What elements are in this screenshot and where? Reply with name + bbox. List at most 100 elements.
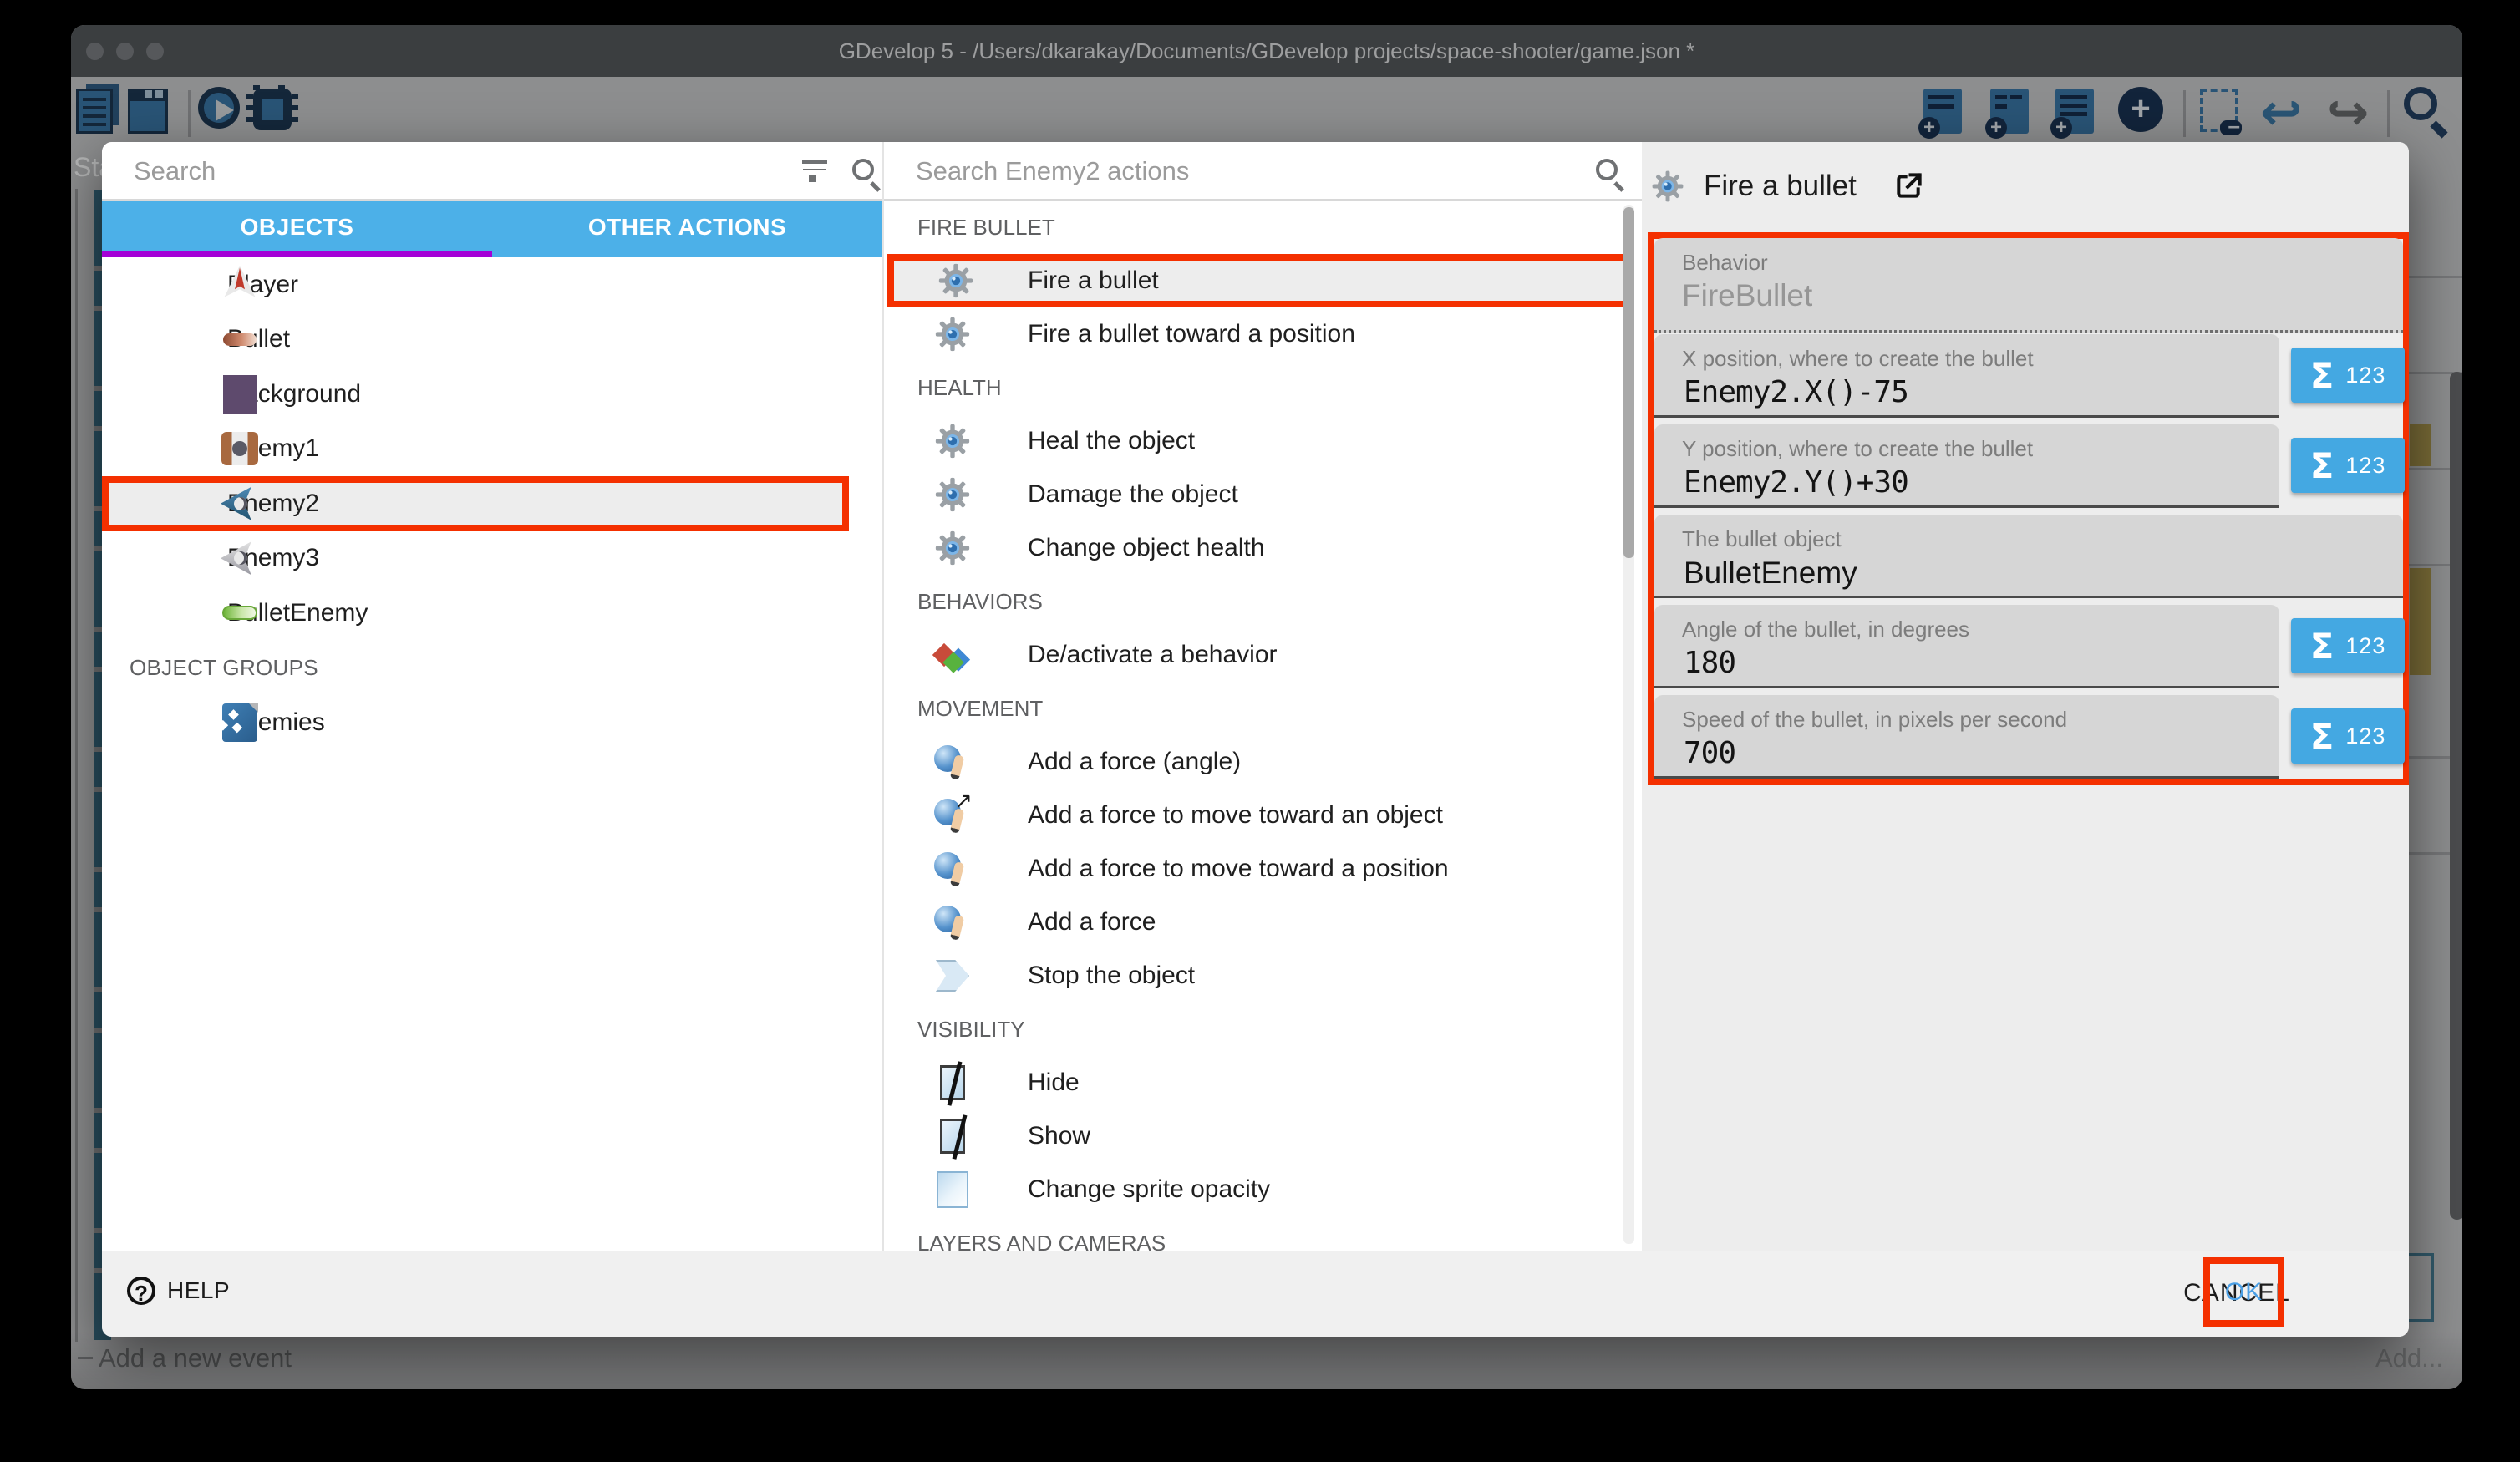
action-change-sprite-opacity[interactable]: Change sprite opacity [884, 1163, 1642, 1216]
force-toward-object-icon: ↗ [934, 797, 971, 834]
section-health: HEALTH [884, 361, 1642, 414]
objects-panel: OBJECTS OTHER ACTIONS Player Bullet Back… [102, 142, 882, 1251]
param-angle-label: Angle of the bullet, in degrees [1682, 617, 1969, 642]
section-fire-bullet: FIRE BULLET [884, 201, 1642, 254]
param-bullet-object-field[interactable]: The bullet object [1654, 515, 2403, 598]
action-fire-a-bullet-selected[interactable]: Fire a bullet [887, 254, 1630, 307]
delete-selection-icon [2200, 89, 2238, 132]
objects-list: Player Bullet Background Enemy1 Enemy2 [102, 257, 882, 750]
object-row-enemy2-selected[interactable]: Enemy2 [102, 476, 849, 531]
search-icon [1596, 159, 1618, 180]
section-visibility: VISIBILITY [884, 1003, 1642, 1056]
enemy2-ship-icon [221, 487, 259, 520]
filter-icon[interactable] [802, 160, 827, 182]
dialog-footer: ? HELP CANCEL OK [102, 1251, 2409, 1337]
param-y-input[interactable] [1682, 464, 2213, 500]
object-row-player[interactable]: Player [102, 257, 882, 312]
expression-editor-button[interactable]: Σ 123 [2291, 708, 2405, 764]
action-title-row: Fire a bullet [1650, 165, 1925, 207]
expression-editor-button[interactable]: Σ 123 [2291, 438, 2405, 493]
section-movement: MOVEMENT [884, 682, 1642, 735]
behavior-label: Behavior [1682, 250, 1768, 276]
object-groups-header: OBJECT GROUPS [102, 641, 882, 696]
force-icon [934, 744, 971, 780]
object-row-enemy1[interactable]: Enemy1 [102, 422, 882, 477]
show-icon [940, 1119, 965, 1154]
param-speed-label: Speed of the bullet, in pixels per secon… [1682, 707, 2067, 733]
param-y-label: Y position, where to create the bullet [1682, 436, 2033, 462]
objects-search-input[interactable] [132, 150, 678, 192]
action-change-object-health[interactable]: Change object health [884, 521, 1642, 575]
add-event-icon [1923, 89, 1962, 134]
param-bullet-input[interactable] [1682, 555, 2319, 591]
sigma-icon: Σ [2310, 445, 2335, 486]
behavior-value: FireBullet [1682, 278, 2319, 313]
behavior-icon [934, 637, 971, 673]
sigma-icon: Σ [2310, 626, 2335, 667]
expression-editor-button[interactable]: Σ 123 [2291, 348, 2405, 403]
stop-icon [936, 960, 969, 992]
param-angle-field[interactable]: Angle of the bullet, in degrees [1654, 605, 2279, 688]
toolbar-separator [2387, 90, 2390, 137]
param-y-field[interactable]: Y position, where to create the bullet [1654, 424, 2279, 508]
object-row-background[interactable]: Background [102, 367, 882, 422]
actions-scrollbar[interactable] [1623, 205, 1634, 1244]
action-title: Fire a bullet [1704, 170, 1857, 203]
actions-list: FIRE BULLET Fire a bullet Fire a bullet … [884, 201, 1642, 1270]
param-angle-input[interactable] [1682, 645, 2213, 681]
force-icon [934, 850, 971, 887]
scrollbar-thumb[interactable] [1623, 207, 1634, 558]
object-row-bullet[interactable]: Bullet [102, 312, 882, 368]
tab-other-actions[interactable]: OTHER ACTIONS [492, 201, 882, 257]
help-button[interactable]: ? HELP [122, 1276, 235, 1306]
action-add-force-toward-position[interactable]: Add a force to move toward a position [884, 842, 1642, 896]
sigma-icon: Σ [2310, 355, 2335, 396]
param-speed-field[interactable]: Speed of the bullet, in pixels per secon… [1654, 695, 2279, 779]
group-row-enemies[interactable]: Enemies [102, 695, 882, 750]
bullet-icon [223, 333, 257, 346]
events-tree-line [75, 189, 78, 1342]
action-add-force-toward-object[interactable]: ↗ Add a force to move toward an object [884, 789, 1642, 842]
param-speed-input[interactable] [1682, 735, 2213, 771]
enemy3-ship-icon [221, 541, 259, 575]
action-stop-object[interactable]: Stop the object [884, 949, 1642, 1003]
sigma-icon: Σ [2310, 716, 2335, 757]
window-title: GDevelop 5 - /Users/dkarakay/Documents/G… [71, 25, 2462, 77]
add-circle-icon: + [2118, 87, 2163, 132]
object-row-bulletenemy[interactable]: BulletEnemy [102, 586, 882, 641]
param-x-input[interactable] [1682, 374, 2213, 410]
action-deactivate-behavior[interactable]: De/activate a behavior [884, 628, 1642, 682]
events-row-divider [2409, 276, 2462, 278]
force-icon [934, 904, 971, 941]
add-comment-icon [2055, 89, 2094, 134]
window-bottom-shade [71, 1331, 2462, 1389]
action-heal-object[interactable]: Heal the object [884, 414, 1642, 468]
bullet-enemy-icon [222, 606, 257, 620]
action-fire-bullet-toward-position[interactable]: Fire a bullet toward a position [884, 307, 1642, 361]
enemy1-ship-icon [221, 432, 258, 465]
expression-editor-button[interactable]: Σ 123 [2291, 618, 2405, 673]
objects-search-row [102, 142, 882, 201]
undo-icon: ↩ [2260, 84, 2302, 142]
background-icon [223, 375, 257, 414]
section-behaviors: BEHAVIORS [884, 575, 1642, 628]
ok-button[interactable]: OK [2203, 1257, 2284, 1327]
search-icon [852, 159, 874, 180]
open-in-new-icon[interactable] [1892, 170, 1925, 203]
action-damage-object[interactable]: Damage the object [884, 468, 1642, 521]
object-row-enemy3[interactable]: Enemy3 [102, 531, 882, 586]
debug-icon [253, 89, 292, 130]
action-show[interactable]: Show [884, 1109, 1642, 1163]
actions-search-row [884, 142, 1642, 201]
param-x-field[interactable]: X position, where to create the bullet [1654, 334, 2279, 418]
action-add-force-angle[interactable]: Add a force (angle) [884, 735, 1642, 789]
gear-icon [1650, 169, 1685, 204]
tab-objects[interactable]: OBJECTS [102, 201, 492, 257]
screen: GDevelop 5 - /Users/dkarakay/Documents/G… [0, 0, 2520, 1462]
action-add-force[interactable]: Add a force [884, 896, 1642, 949]
opacity-icon [937, 1171, 968, 1208]
actions-search-input[interactable] [914, 150, 1445, 192]
param-bullet-label: The bullet object [1682, 526, 1842, 552]
action-hide[interactable]: Hide [884, 1056, 1642, 1109]
gear-icon [937, 261, 975, 300]
